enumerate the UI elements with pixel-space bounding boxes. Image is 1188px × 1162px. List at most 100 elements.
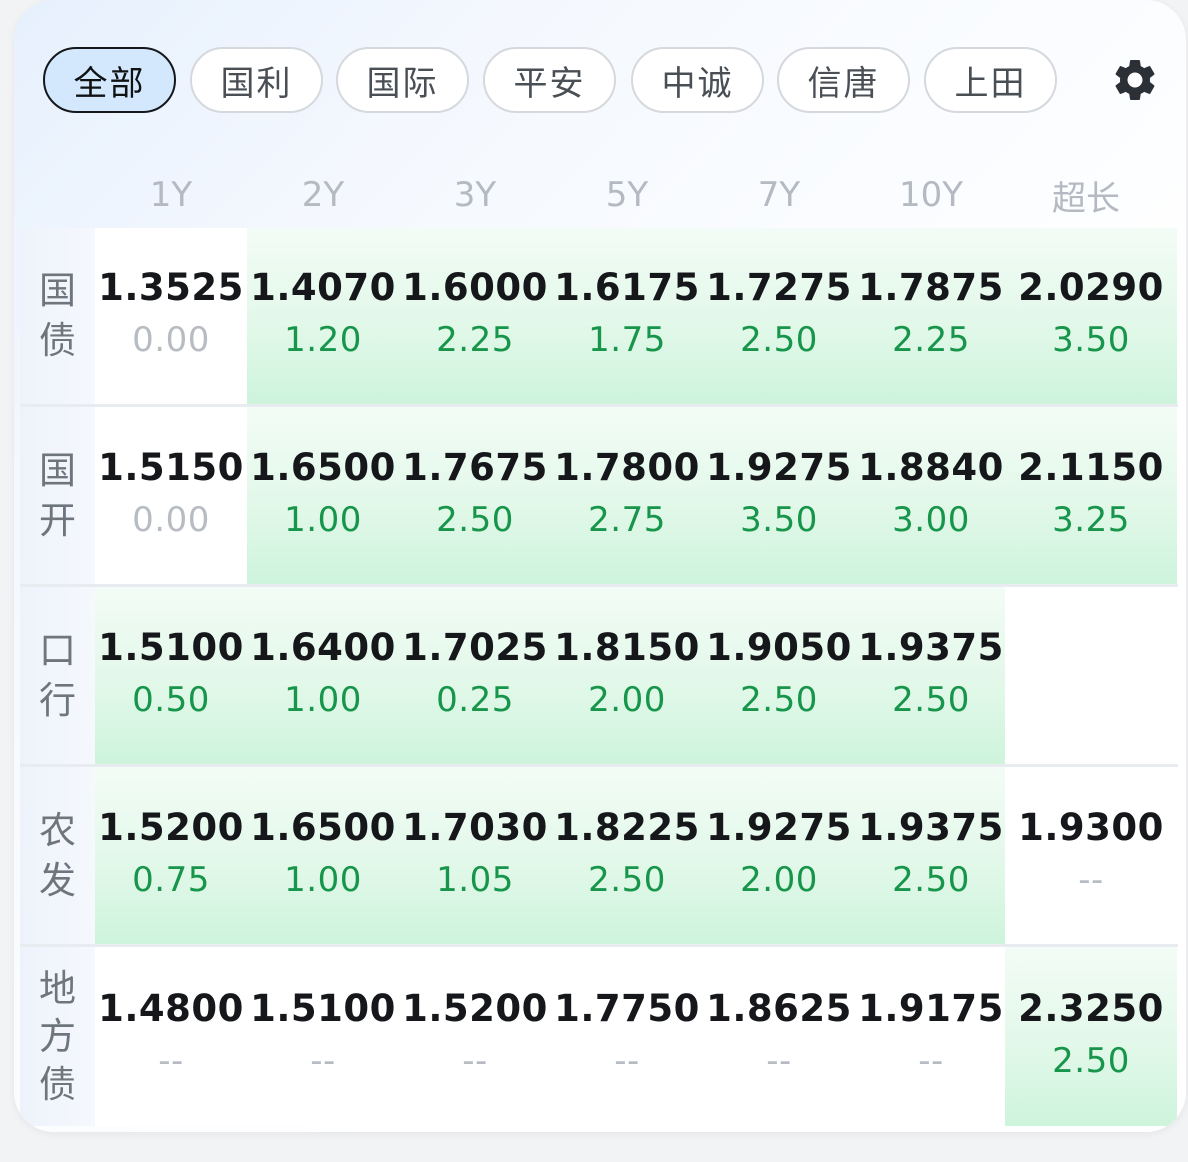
change-value: 2.50 [892,679,970,720]
change-value: 3.50 [1052,320,1130,360]
yield-cell[interactable]: 1.9175 -- [855,947,1007,1126]
yield-cell [1005,587,1177,764]
change-value: 2.00 [588,679,666,720]
yield-cell[interactable]: 1.7675 2.50 [399,407,551,584]
yield-value: 1.5200 [402,986,548,1030]
yield-value: 1.7800 [554,445,700,489]
yield-value: 1.5100 [250,986,396,1030]
change-value: 1.00 [284,499,362,540]
tab-shangtian[interactable]: 上田 [924,47,1057,113]
yield-cell[interactable]: 1.8840 3.00 [855,407,1007,584]
col-header-10y: 10Y [898,175,964,215]
yield-value: 1.7030 [402,805,548,849]
change-value: 3.00 [892,499,970,540]
yield-value: 1.8225 [554,805,700,849]
yield-value: 1.8625 [706,986,852,1030]
yield-value: 1.6175 [554,266,700,309]
change-value: -- [766,1040,792,1081]
change-value: 2.50 [588,859,666,900]
change-value: 0.00 [132,320,210,360]
yield-value: 1.7275 [706,266,852,309]
yield-value: 2.1150 [1018,445,1164,489]
yield-cell[interactable]: 2.1150 3.25 [1005,407,1177,584]
change-value: 1.00 [284,679,362,720]
yield-cell[interactable]: 1.8150 2.00 [551,587,703,764]
yield-cell[interactable]: 1.6500 1.00 [247,407,399,584]
tab-guoli[interactable]: 国利 [190,47,323,113]
change-value: -- [614,1040,640,1081]
tab-guoji[interactable]: 国际 [336,47,469,113]
col-header-2y: 2Y [301,175,345,215]
yield-cell[interactable]: 1.9300 -- [1005,767,1177,944]
change-value: 1.20 [284,320,362,360]
yield-value: 1.3525 [98,266,244,309]
tab-pingan[interactable]: 平安 [483,47,616,113]
yield-cell[interactable]: 1.4070 1.20 [247,228,399,404]
yield-cell[interactable]: 1.5100 0.50 [95,587,247,764]
yield-panel: 全部 国利 国际 平安 中诚 信唐 上田 1Y 2Y 3Y 5Y 7Y 10Y … [14,0,1186,1132]
row-label-local-gov: 地方债 [20,947,95,1126]
yield-value: 1.9175 [858,986,1004,1030]
yield-cell[interactable]: 1.6175 1.75 [551,228,703,404]
yield-cell[interactable]: 1.7025 0.25 [399,587,551,764]
change-value: 2.50 [740,320,818,360]
yield-value: 1.9275 [706,445,852,489]
yield-value: 1.6500 [250,445,396,489]
change-value: 0.75 [132,859,210,900]
col-header-ultra-long: 超长 [1052,178,1120,219]
yield-value: 1.4070 [250,266,396,309]
yield-cell[interactable]: 1.6500 1.00 [247,767,399,944]
yield-cell[interactable]: 1.7275 2.50 [703,228,855,404]
yield-cell[interactable]: 1.7030 1.05 [399,767,551,944]
yield-cell[interactable]: 1.5200 0.75 [95,767,247,944]
yield-cell[interactable]: 2.3250 2.50 [1005,947,1177,1126]
yield-value: 1.4800 [98,986,244,1030]
yield-cell[interactable]: 1.7800 2.75 [551,407,703,584]
yield-value: 1.7875 [858,266,1004,309]
change-value: 2.25 [892,320,970,360]
yield-value: 1.5100 [98,625,244,669]
change-value: 2.00 [740,859,818,900]
yield-cell[interactable]: 1.9275 3.50 [703,407,855,584]
yield-cell[interactable]: 2.0290 3.50 [1005,228,1177,404]
yield-cell[interactable]: 1.5200 -- [399,947,551,1126]
change-value: -- [918,1040,944,1081]
tab-all[interactable]: 全部 [43,47,176,113]
yield-cell[interactable]: 1.6400 1.00 [247,587,399,764]
change-value: -- [158,1040,184,1081]
yield-value: 1.9300 [1018,805,1164,849]
yield-cell[interactable]: 1.4800 -- [95,947,247,1126]
col-header-7y: 7Y [757,175,801,215]
yield-cell[interactable]: 1.8225 2.50 [551,767,703,944]
gear-icon[interactable] [1110,55,1160,105]
yield-value: 1.5200 [98,805,244,849]
change-value: 2.50 [892,859,970,900]
yield-cell[interactable]: 1.9375 2.50 [855,587,1007,764]
change-value: 3.25 [1052,499,1130,540]
yield-cell[interactable]: 1.7750 -- [551,947,703,1126]
yield-value: 1.6500 [250,805,396,849]
change-value: -- [1078,859,1104,900]
yield-cell[interactable]: 1.9050 2.50 [703,587,855,764]
yield-cell[interactable]: 1.8625 -- [703,947,855,1126]
yield-cell[interactable]: 1.5100 -- [247,947,399,1126]
yield-cell[interactable]: 1.9275 2.00 [703,767,855,944]
yield-value: 2.3250 [1018,986,1164,1030]
yield-cell[interactable]: 1.7875 2.25 [855,228,1007,404]
change-value: 2.50 [436,499,514,540]
change-value: 1.00 [284,859,362,900]
yield-cell[interactable]: 1.3525 0.00 [95,228,247,404]
col-header-3y: 3Y [453,175,497,215]
yield-cell[interactable]: 1.9375 2.50 [855,767,1007,944]
change-value: 2.25 [436,320,514,360]
tab-xintang[interactable]: 信唐 [777,47,910,113]
col-header-1y: 1Y [149,175,193,215]
row-label-exim: 口行 [20,587,95,764]
change-value: -- [462,1040,488,1081]
yield-value: 1.9375 [858,625,1004,669]
yield-cell[interactable]: 1.6000 2.25 [399,228,551,404]
change-value: 0.00 [132,499,210,540]
tab-zhongcheng[interactable]: 中诚 [631,47,764,113]
yield-cell[interactable]: 1.5150 0.00 [95,407,247,584]
row-label-treasury: 国债 [20,228,95,404]
